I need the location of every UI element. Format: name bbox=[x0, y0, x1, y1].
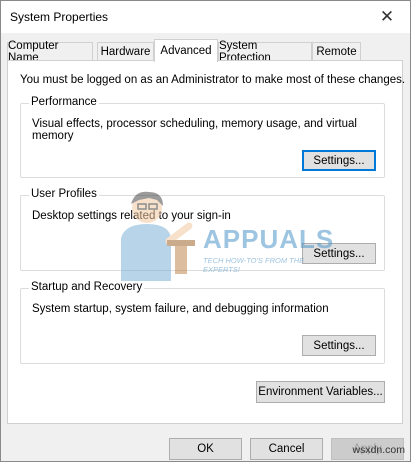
tab-strip: Computer Name Hardware Advanced System P… bbox=[7, 39, 405, 64]
tab-hardware[interactable]: Hardware bbox=[97, 42, 154, 61]
performance-group: Performance Visual effects, processor sc… bbox=[20, 96, 385, 178]
tab-computer-name[interactable]: Computer Name bbox=[7, 40, 93, 64]
startup-recovery-description: System startup, system failure, and debu… bbox=[32, 303, 329, 315]
user-profiles-heading: User Profiles bbox=[29, 188, 99, 200]
system-properties-window: System Properties ✕ Computer Name Hardwa… bbox=[0, 0, 411, 462]
window-title: System Properties bbox=[10, 10, 109, 24]
tab-system-protection[interactable]: System Protection bbox=[218, 40, 312, 64]
close-icon[interactable]: ✕ bbox=[364, 1, 410, 33]
performance-heading: Performance bbox=[29, 96, 99, 108]
title-bar[interactable]: System Properties ✕ bbox=[1, 1, 410, 33]
startup-recovery-group: Startup and Recovery System startup, sys… bbox=[20, 281, 385, 364]
tab-advanced[interactable]: Advanced bbox=[154, 39, 218, 62]
tab-remote[interactable]: Remote bbox=[312, 42, 361, 61]
startup-recovery-settings-button[interactable]: Settings... bbox=[302, 335, 376, 356]
cancel-button[interactable]: Cancel bbox=[250, 438, 323, 460]
environment-variables-button[interactable]: Environment Variables... bbox=[256, 381, 385, 403]
site-watermark: wsxdn.com bbox=[352, 444, 405, 456]
performance-settings-button[interactable]: Settings... bbox=[302, 150, 376, 171]
user-profiles-settings-button[interactable]: Settings... bbox=[302, 243, 376, 264]
user-profiles-group: User Profiles Desktop settings related t… bbox=[20, 188, 385, 271]
performance-description: Visual effects, processor scheduling, me… bbox=[32, 118, 357, 142]
user-profiles-description: Desktop settings related to your sign-in bbox=[32, 210, 231, 222]
startup-recovery-heading: Startup and Recovery bbox=[29, 281, 145, 293]
admin-note: You must be logged on as an Administrato… bbox=[20, 74, 406, 86]
ok-button[interactable]: OK bbox=[169, 438, 242, 460]
